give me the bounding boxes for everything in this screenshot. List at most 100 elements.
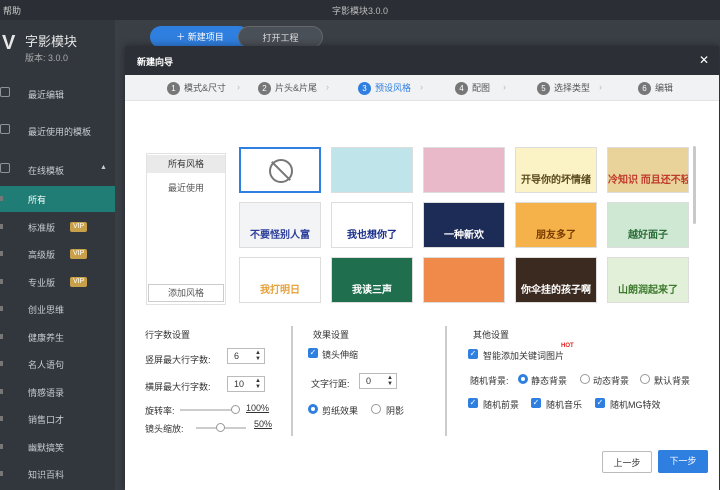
sidebar-category-item[interactable]: 幽默搞笑 bbox=[0, 434, 115, 460]
sidebar-category-item[interactable]: 创业思维 bbox=[0, 296, 115, 322]
template-caption: 你伞挂的孩子啊 bbox=[521, 285, 591, 296]
bullet-icon bbox=[0, 251, 3, 256]
next-step-button[interactable]: 下一步 bbox=[658, 450, 708, 473]
section-divider bbox=[445, 326, 447, 436]
window-titlebar: 帮助 字影模块3.0.0 bbox=[0, 0, 720, 20]
vertical-max-stepper[interactable]: 6 ▲ ▼ bbox=[227, 348, 265, 364]
vertical-max-value: 6 bbox=[234, 351, 240, 361]
template-tile[interactable]: 开导你的坏情绪 bbox=[515, 147, 597, 193]
style-category-recent[interactable]: 最近使用 bbox=[147, 179, 225, 197]
random-bg-option-label: 静态背景 bbox=[531, 376, 568, 386]
template-tile[interactable] bbox=[239, 147, 321, 193]
cut-effect-radio[interactable] bbox=[308, 404, 318, 414]
random-bg-option-label: 默认背景 bbox=[654, 376, 691, 386]
add-style-button[interactable]: 添加风格 bbox=[148, 284, 224, 302]
section-divider bbox=[291, 326, 293, 436]
step-label: 模式&尺寸 bbox=[184, 83, 227, 93]
template-tile[interactable]: 越好面子 bbox=[607, 202, 689, 248]
lens-stretch-checkbox[interactable]: ✓ bbox=[308, 348, 318, 358]
sidebar-category-item[interactable]: 专业版 VIP bbox=[0, 269, 115, 295]
auto-keyword-label: 智能添加关键词图片 bbox=[483, 351, 565, 361]
rotation-slider[interactable] bbox=[180, 405, 240, 414]
template-scrollbar[interactable] bbox=[693, 146, 696, 224]
bullet-icon bbox=[0, 223, 3, 229]
sidebar-category-item[interactable]: 高级版 VIP bbox=[0, 241, 115, 267]
rotation-percent: 100% bbox=[246, 403, 270, 413]
stepper-arrows-icon[interactable]: ▲ ▼ bbox=[255, 378, 261, 390]
auto-keyword-checkbox[interactable]: ✓ bbox=[468, 349, 478, 359]
wizard-step[interactable]: 6 编辑 bbox=[638, 81, 673, 95]
template-tile[interactable]: 朋友多了 bbox=[515, 202, 597, 248]
sidebar-category-item[interactable]: 所有 bbox=[0, 186, 115, 212]
template-caption: 越好面子 bbox=[628, 230, 668, 241]
dialog-title: 新建向导 bbox=[137, 57, 174, 67]
template-tile[interactable]: 我也想你了 bbox=[331, 202, 413, 248]
template-caption: 我打明日 bbox=[260, 285, 300, 296]
style-category-all[interactable]: 所有风格 bbox=[147, 155, 225, 173]
document-icon bbox=[0, 87, 10, 97]
template-tile[interactable] bbox=[423, 257, 505, 303]
random-mg-checkbox[interactable]: ✓ bbox=[595, 398, 605, 408]
template-tile[interactable]: 你伞挂的孩子啊 bbox=[515, 257, 597, 303]
sidebar-category-item[interactable]: 标准版 VIP bbox=[0, 214, 115, 240]
close-icon[interactable]: ✕ bbox=[699, 53, 709, 67]
random-music-label: 随机音乐 bbox=[546, 400, 583, 410]
random-bg-radio[interactable] bbox=[640, 374, 650, 384]
wizard-step[interactable]: 3 预设风格 bbox=[358, 81, 411, 95]
template-tile[interactable]: 不要怪别人富 bbox=[239, 202, 321, 248]
slider-handle[interactable] bbox=[216, 423, 225, 432]
sidebar-item-label: 最近编辑 bbox=[28, 90, 65, 100]
sidebar-category-item[interactable]: 健康养生 bbox=[0, 324, 115, 350]
chevron-up-icon: ▲ bbox=[100, 164, 107, 171]
app-logo: V bbox=[2, 32, 16, 54]
random-foreground-checkbox[interactable]: ✓ bbox=[468, 398, 478, 408]
horizontal-max-stepper[interactable]: 10 ▲ ▼ bbox=[227, 376, 265, 392]
wizard-step[interactable]: 2 片头&片尾 bbox=[258, 81, 317, 95]
sidebar-item-online-templates[interactable]: 在线模板 ▲ bbox=[0, 156, 115, 182]
chevron-right-icon: › bbox=[237, 82, 240, 92]
new-wizard-dialog: 新建向导 ✕ 1 模式&尺寸 › 2 片头&片尾 › 3 预设风格 › 4 配图 › 5 选择类型 › 6 编辑… bbox=[125, 46, 719, 490]
template-caption: 一种新欢 bbox=[444, 230, 484, 241]
template-tile[interactable]: 我打明日 bbox=[239, 257, 321, 303]
dialog-header: 新建向导 ✕ bbox=[125, 46, 719, 75]
slider-handle[interactable] bbox=[231, 405, 240, 414]
stepper-arrows-icon[interactable]: ▲ ▼ bbox=[255, 350, 261, 362]
no-symbol-icon bbox=[269, 159, 293, 183]
template-tile[interactable]: 山朗润起来了 bbox=[607, 257, 689, 303]
template-tile[interactable]: 一种新欢 bbox=[423, 202, 505, 248]
horizontal-max-value: 10 bbox=[234, 379, 245, 389]
sidebar-category-item[interactable]: 销售口才 bbox=[0, 406, 115, 432]
wizard-step[interactable]: 5 选择类型 bbox=[537, 81, 590, 95]
template-tile[interactable]: 我读三声 bbox=[331, 257, 413, 303]
vertical-max-label: 竖屏最大行字数: bbox=[145, 355, 211, 365]
sidebar-item-recent-edits[interactable]: 最近编辑 bbox=[0, 80, 115, 106]
sidebar-category-item[interactable]: 知识百科 bbox=[0, 461, 115, 487]
zoom-slider[interactable] bbox=[196, 423, 246, 432]
sidebar-category-label: 知识百科 bbox=[28, 470, 65, 480]
random-bg-radio[interactable] bbox=[518, 374, 528, 384]
shadow-radio[interactable] bbox=[371, 404, 381, 414]
sidebar-category-item[interactable]: 名人语句 bbox=[0, 351, 115, 377]
step-label: 配图 bbox=[472, 83, 491, 93]
template-caption: 我也想你了 bbox=[347, 230, 397, 241]
sidebar-item-recent-templates[interactable]: 最近使用的模板 bbox=[0, 117, 115, 143]
line-spacing-stepper[interactable]: 0 ▲ ▼ bbox=[359, 373, 397, 389]
random-bg-label: 随机背景: bbox=[470, 376, 509, 386]
sidebar-category-label: 专业版 bbox=[28, 277, 56, 288]
bullet-icon bbox=[0, 196, 3, 201]
template-tile[interactable] bbox=[423, 147, 505, 193]
stepper-arrows-icon[interactable]: ▲ ▼ bbox=[387, 375, 393, 387]
new-project-button[interactable]: ＋ 新建项目 bbox=[150, 26, 250, 48]
template-caption: 朋友多了 bbox=[536, 230, 576, 241]
open-project-button[interactable]: 打开工程 bbox=[238, 26, 323, 48]
wizard-step[interactable]: 1 模式&尺寸 bbox=[167, 81, 226, 95]
template-tile[interactable] bbox=[331, 147, 413, 193]
toolbar: ＋ 新建项目 打开工程 bbox=[115, 20, 720, 48]
template-tile[interactable]: 冷知识 而且还不轻 bbox=[607, 147, 689, 193]
wizard-step[interactable]: 4 配图 bbox=[455, 81, 490, 95]
prev-step-button[interactable]: 上一步 bbox=[602, 451, 652, 473]
random-bg-radio[interactable] bbox=[580, 374, 590, 384]
random-music-checkbox[interactable]: ✓ bbox=[531, 398, 541, 408]
sidebar-category-item[interactable]: 情感语录 bbox=[0, 379, 115, 405]
sidebar-category-label: 标准版 bbox=[28, 222, 56, 233]
